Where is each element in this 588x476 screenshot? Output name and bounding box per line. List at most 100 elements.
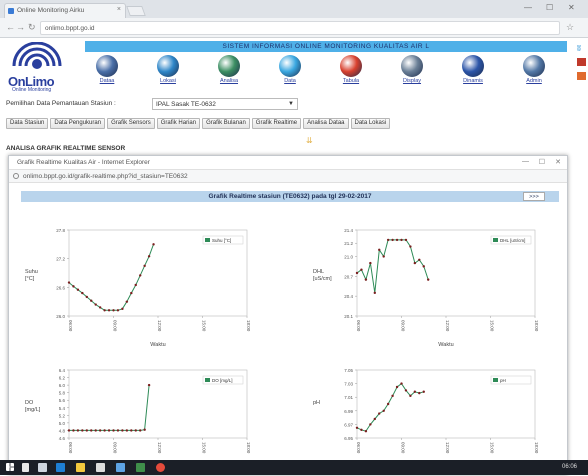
x-tick-label: 18:00 <box>534 442 539 454</box>
y-axis-label: pH <box>313 400 320 406</box>
side-orange-icon[interactable] <box>577 72 586 80</box>
file-explorer-icon[interactable] <box>76 463 85 472</box>
function-button[interactable]: Grafik Bulanan <box>202 118 250 129</box>
data-point <box>125 300 129 303</box>
menu-item-label: Tabula <box>342 78 360 84</box>
data-point <box>386 238 390 242</box>
data-point <box>355 271 359 275</box>
data-point <box>112 429 115 432</box>
popup-close-icon[interactable]: ✕ <box>555 158 561 166</box>
task-view-icon[interactable] <box>38 463 47 472</box>
menu-item-4[interactable]: Tabula <box>332 55 370 84</box>
chrome-icon[interactable] <box>156 463 165 472</box>
side-red-icon[interactable] <box>577 58 586 66</box>
x-tick-label: 09:00 <box>401 442 406 454</box>
data-point <box>147 383 151 387</box>
x-tick-label: 15:00 <box>202 320 207 332</box>
menu-item-icon <box>340 55 362 77</box>
popup-minimize-icon[interactable]: — <box>522 158 529 165</box>
start-icon[interactable] <box>6 463 14 471</box>
back-icon[interactable]: ← <box>6 22 15 32</box>
legend-swatch <box>205 238 210 242</box>
reload-icon[interactable]: ↻ <box>28 22 36 33</box>
menu-item-0[interactable]: Dataa <box>88 55 126 84</box>
minimize-icon[interactable]: — <box>524 3 532 12</box>
chart-0: 26.0 26.6 27.2 27.8 06:00 09:00 12:00 15:00 18:0… <box>25 228 251 348</box>
tab-close-icon[interactable]: × <box>117 6 121 13</box>
data-point <box>395 385 399 389</box>
data-point <box>413 261 417 265</box>
edge-icon[interactable] <box>56 463 65 472</box>
menu-item-icon <box>157 55 179 77</box>
menu-item-6[interactable]: Dinamis <box>454 55 492 84</box>
favorites-star-icon[interactable]: ☆ <box>566 22 574 33</box>
x-tick-label: 12:00 <box>157 320 162 332</box>
function-button[interactable]: Data Pengukuran <box>50 118 106 129</box>
data-point <box>147 255 151 258</box>
x-tick-label: 09:00 <box>113 442 118 454</box>
close-window-icon[interactable]: ✕ <box>568 3 575 12</box>
x-tick-label: 09:00 <box>401 320 406 332</box>
data-point <box>85 295 89 299</box>
next-button[interactable]: >>> <box>523 192 545 201</box>
menu-item-icon <box>218 55 240 77</box>
legend: DHL [uS/cm] <box>490 235 532 245</box>
new-tab-button[interactable] <box>126 6 146 16</box>
search-icon[interactable] <box>22 463 29 472</box>
mail-icon[interactable] <box>116 463 125 472</box>
y-axis-label: [mg/L] <box>25 407 41 413</box>
data-point <box>90 299 93 302</box>
station-select[interactable]: IPAL Sasak TE-0632 ▼ <box>152 98 298 110</box>
data-point <box>67 429 71 432</box>
store-icon[interactable] <box>96 463 105 472</box>
x-tick-label: 15:00 <box>490 320 495 332</box>
legend-swatch <box>205 378 210 382</box>
popup-titlebar: Grafik Realtime Kualitas Air - Internet … <box>9 156 567 170</box>
data-point <box>103 429 106 432</box>
y-tick-label: 27.8 <box>56 228 65 233</box>
data-point <box>81 291 84 295</box>
x-tick-label: 12:00 <box>445 442 450 454</box>
data-point <box>413 390 417 393</box>
browser-tab[interactable]: Online Monitoring Airku × <box>4 3 126 18</box>
menu-item-7[interactable]: Admin <box>515 55 553 84</box>
chevron-down-icon: ▼ <box>288 101 294 107</box>
x-tick-label: 09:00 <box>113 320 118 332</box>
function-button[interactable]: Analisa Dataa <box>303 118 349 129</box>
menu-item-5[interactable]: Display <box>393 55 431 84</box>
x-tick-label: 18:00 <box>246 442 251 454</box>
data-point <box>85 429 89 432</box>
menu-item-label: Dinamis <box>463 78 483 84</box>
address-bar[interactable]: onlimo.bppt.go.id <box>40 21 560 35</box>
chart-page-heading: Grafik Realtime stasiun (TE0632) pada tg… <box>21 191 559 202</box>
forward-icon[interactable]: → <box>16 22 25 32</box>
legend-label: DO [mg/L] <box>212 378 233 383</box>
menu-item-1[interactable]: Lokasi <box>149 55 187 84</box>
data-point <box>152 243 155 246</box>
y-tick-label: 6.2 <box>59 376 66 381</box>
legend: DO [mg/L] <box>202 375 244 385</box>
legend-label: DHL [uS/cm] <box>500 238 525 243</box>
maximize-icon[interactable]: ☐ <box>546 3 553 12</box>
onlimo-logo-wifi-icon <box>12 42 62 69</box>
menu-item-icon <box>523 55 545 77</box>
data-point <box>130 429 133 432</box>
data-point <box>125 429 129 432</box>
browser-tab-title: Online Monitoring Airku <box>17 7 85 14</box>
popup-url: onlimo.bppt.go.id/grafik-realtime.php?id… <box>23 173 188 180</box>
menu-item-3[interactable]: Data <box>271 55 309 84</box>
function-button[interactable]: Grafik Realtime <box>251 118 302 129</box>
y-tick-label: 7.03 <box>344 382 353 387</box>
data-point <box>418 391 421 395</box>
app-icon[interactable] <box>136 463 145 472</box>
function-button[interactable]: Data Lokasi <box>350 118 391 129</box>
function-button[interactable]: Grafik Sensors <box>107 118 155 129</box>
data-point <box>98 429 102 432</box>
function-button[interactable]: Data Stasiun <box>6 118 49 129</box>
y-axis-label: DHL <box>313 269 324 275</box>
data-point <box>369 423 372 426</box>
menu-item-2[interactable]: Analisa <box>210 55 248 84</box>
data-point <box>90 429 93 432</box>
popup-maximize-icon[interactable]: ☐ <box>539 158 545 166</box>
function-button[interactable]: Grafik Harian <box>156 118 201 129</box>
